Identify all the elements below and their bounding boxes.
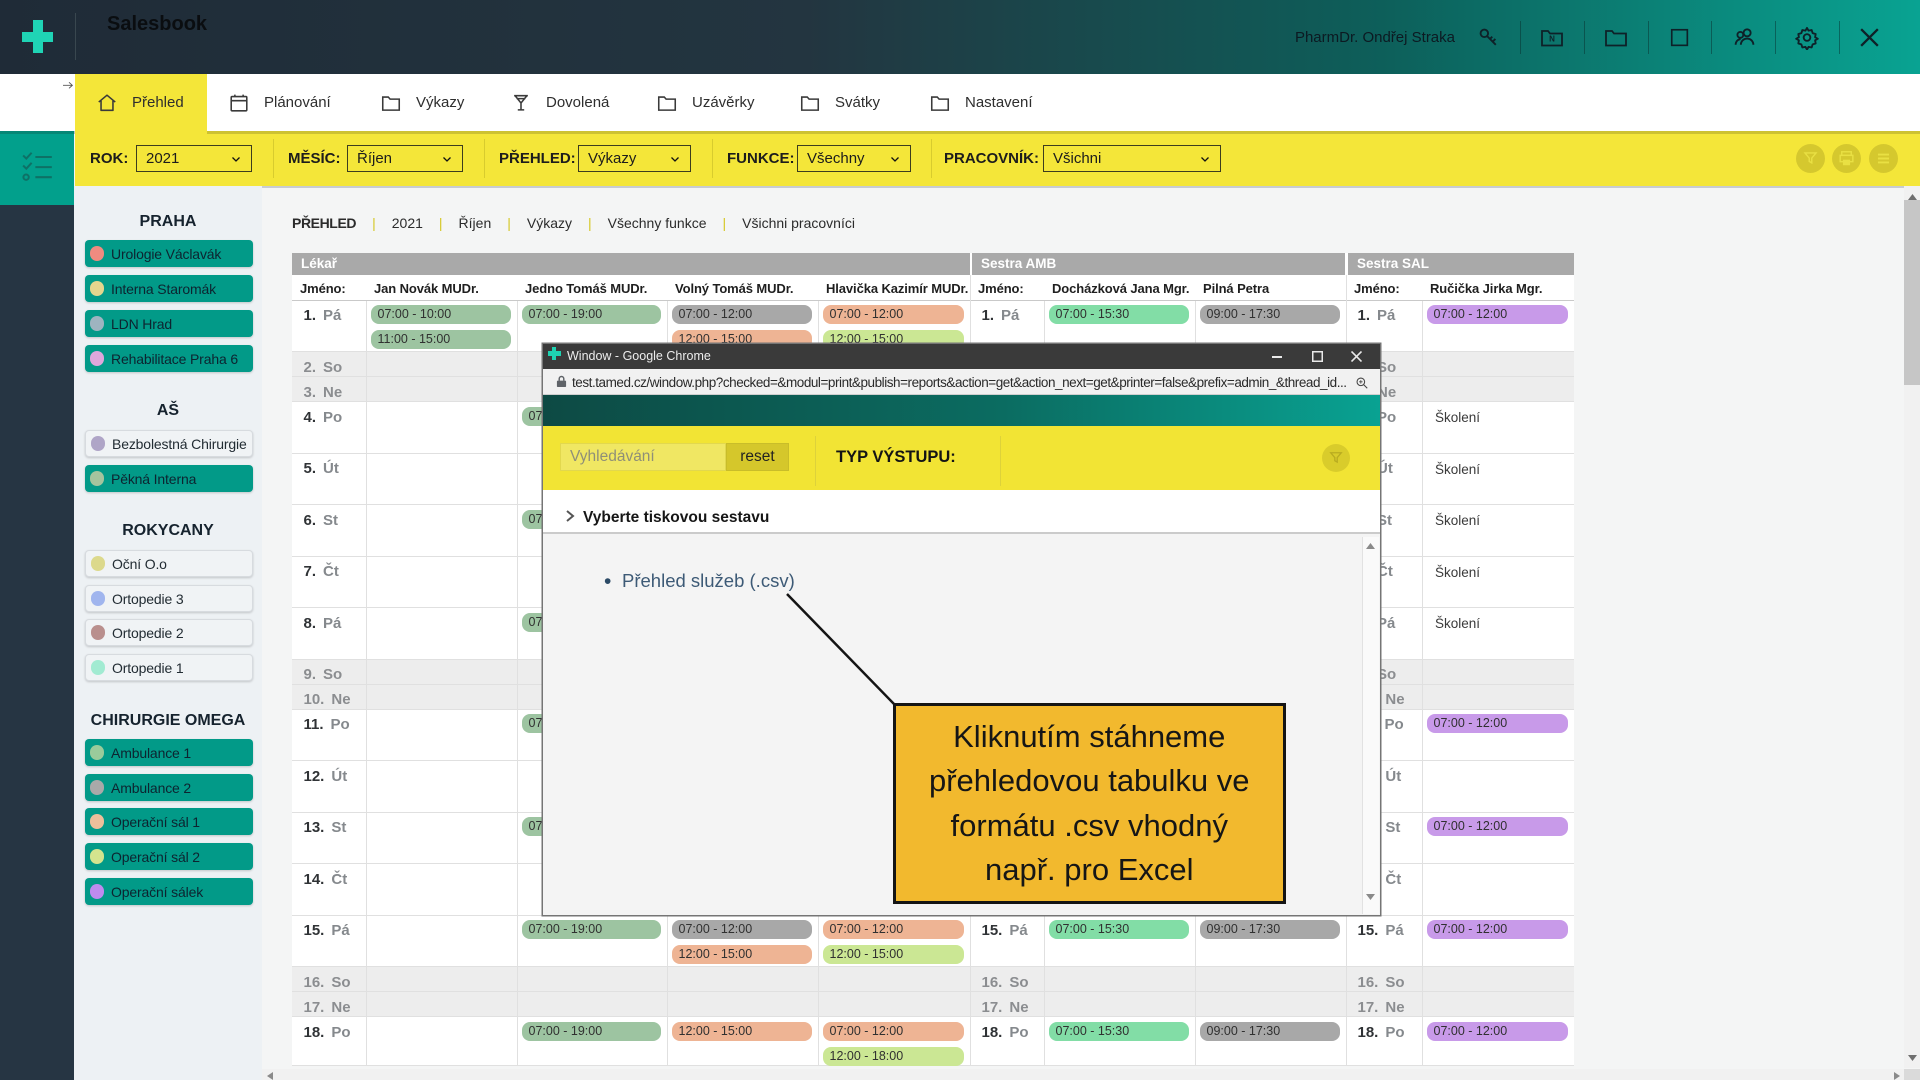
svg-text:N: N: [1549, 35, 1555, 44]
